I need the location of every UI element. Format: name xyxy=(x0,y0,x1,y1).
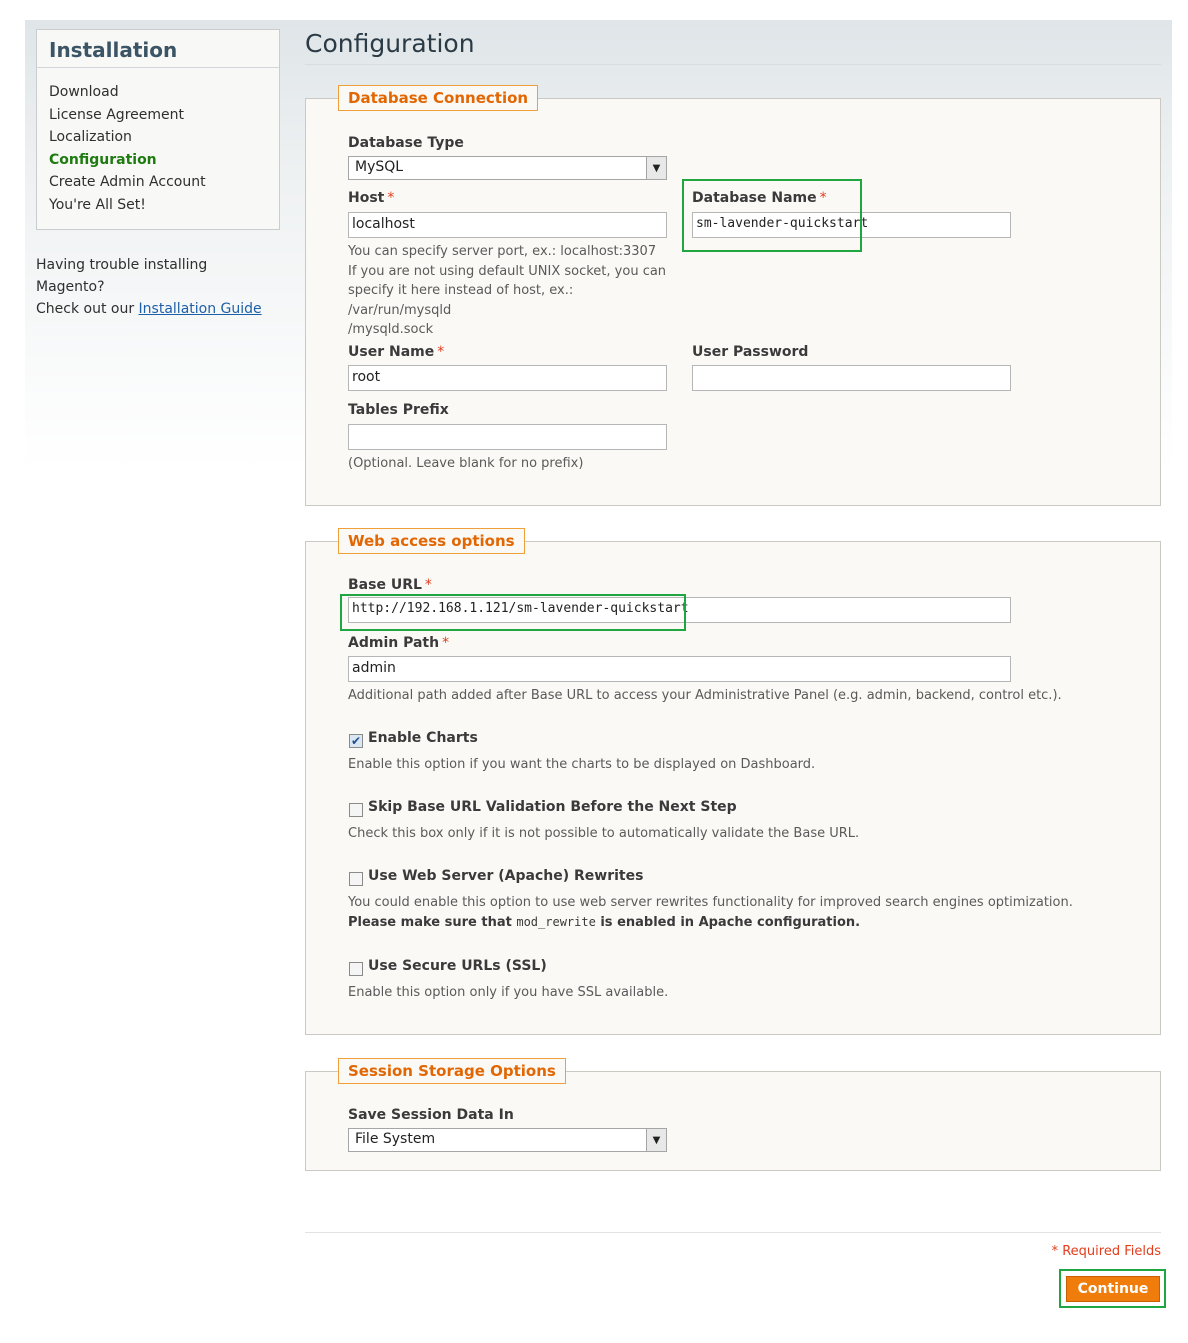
skip-validation-note: Check this box only if it is not possibl… xyxy=(348,826,860,841)
save-session-select[interactable]: File System ▼ xyxy=(348,1128,667,1152)
database-connection-legend: Database Connection xyxy=(338,85,539,111)
base-url-label: Base URL * xyxy=(348,577,432,593)
admin-path-input[interactable]: admin xyxy=(348,656,1011,682)
help-line: Having trouble installing Magento? xyxy=(36,257,208,295)
database-connection-fieldset: Database Connection Database Type MySQL … xyxy=(305,85,1161,506)
secure-urls-label[interactable]: Use Secure URLs (SSL) xyxy=(368,958,547,974)
session-storage-fieldset: Session Storage Options Save Session Dat… xyxy=(305,1058,1161,1171)
help-text: Having trouble installing Magento? Check… xyxy=(36,254,276,320)
tables-prefix-label: Tables Prefix xyxy=(348,402,449,418)
save-session-value: File System xyxy=(355,1131,436,1147)
apache-rewrites-warning: Please make sure that mod_rewrite is ena… xyxy=(348,915,861,930)
save-session-label: Save Session Data In xyxy=(348,1107,514,1123)
database-type-value: MySQL xyxy=(355,159,404,175)
step-license-agreement: License Agreement xyxy=(49,106,184,123)
required-fields-note: * Required Fields xyxy=(1051,1244,1161,1259)
database-type-select[interactable]: MySQL ▼ xyxy=(348,156,667,180)
admin-path-note: Additional path added after Base URL to … xyxy=(348,688,1062,703)
skip-validation-label[interactable]: Skip Base URL Validation Before the Next… xyxy=(368,799,737,815)
title-divider xyxy=(305,64,1161,65)
enable-charts-checkbox[interactable]: ✔ xyxy=(349,734,363,748)
installation-guide-link[interactable]: Installation Guide xyxy=(139,301,262,317)
host-input[interactable]: localhost xyxy=(348,212,667,238)
step-download: Download xyxy=(49,84,119,100)
sidebar-title: Installation xyxy=(37,30,279,68)
step-all-set: You're All Set! xyxy=(49,196,146,213)
tables-prefix-note: (Optional. Leave blank for no prefix) xyxy=(348,456,584,471)
enable-charts-label[interactable]: Enable Charts xyxy=(368,730,478,746)
continue-button[interactable]: Continue xyxy=(1066,1276,1160,1302)
steps-list: Download License Agreement Localization … xyxy=(37,68,279,217)
skip-validation-checkbox[interactable] xyxy=(349,803,363,817)
apache-rewrites-checkbox[interactable] xyxy=(349,872,363,886)
page-title: Configuration xyxy=(305,29,475,58)
chevron-down-icon[interactable]: ▼ xyxy=(646,1129,666,1151)
user-password-label: User Password xyxy=(692,344,809,360)
host-label: Host * xyxy=(348,190,395,206)
footer-divider xyxy=(305,1232,1161,1233)
highlight-database-name xyxy=(682,179,862,252)
step-create-admin-account: Create Admin Account xyxy=(49,174,206,190)
user-name-label: User Name * xyxy=(348,344,445,360)
apache-rewrites-note: You could enable this option to use web … xyxy=(348,895,1073,910)
checkmark-icon: ✔ xyxy=(350,734,362,748)
admin-path-label: Admin Path * xyxy=(348,635,450,651)
step-localization: Localization xyxy=(49,129,132,145)
database-type-label: Database Type xyxy=(348,135,464,151)
apache-rewrites-label[interactable]: Use Web Server (Apache) Rewrites xyxy=(368,868,643,884)
secure-urls-checkbox[interactable] xyxy=(349,962,363,976)
enable-charts-note: Enable this option if you want the chart… xyxy=(348,757,816,772)
host-note: You can specify server port, ex.: localh… xyxy=(348,244,667,337)
help-prefix: Check out our xyxy=(36,301,139,317)
installation-steps-panel: Installation Download License Agreement … xyxy=(36,29,280,230)
user-name-input[interactable]: root xyxy=(348,365,667,391)
secure-urls-note: Enable this option only if you have SSL … xyxy=(348,985,669,1000)
highlight-base-url xyxy=(340,594,686,631)
chevron-down-icon[interactable]: ▼ xyxy=(646,157,666,179)
help-line-guide: Check out our Installation Guide xyxy=(36,298,276,320)
session-storage-legend: Session Storage Options xyxy=(338,1058,566,1084)
step-configuration: Configuration xyxy=(49,151,157,168)
tables-prefix-input[interactable] xyxy=(348,424,667,450)
mod-rewrite-code: mod_rewrite xyxy=(516,915,596,929)
user-password-input[interactable] xyxy=(692,365,1011,391)
web-access-legend: Web access options xyxy=(338,528,525,554)
